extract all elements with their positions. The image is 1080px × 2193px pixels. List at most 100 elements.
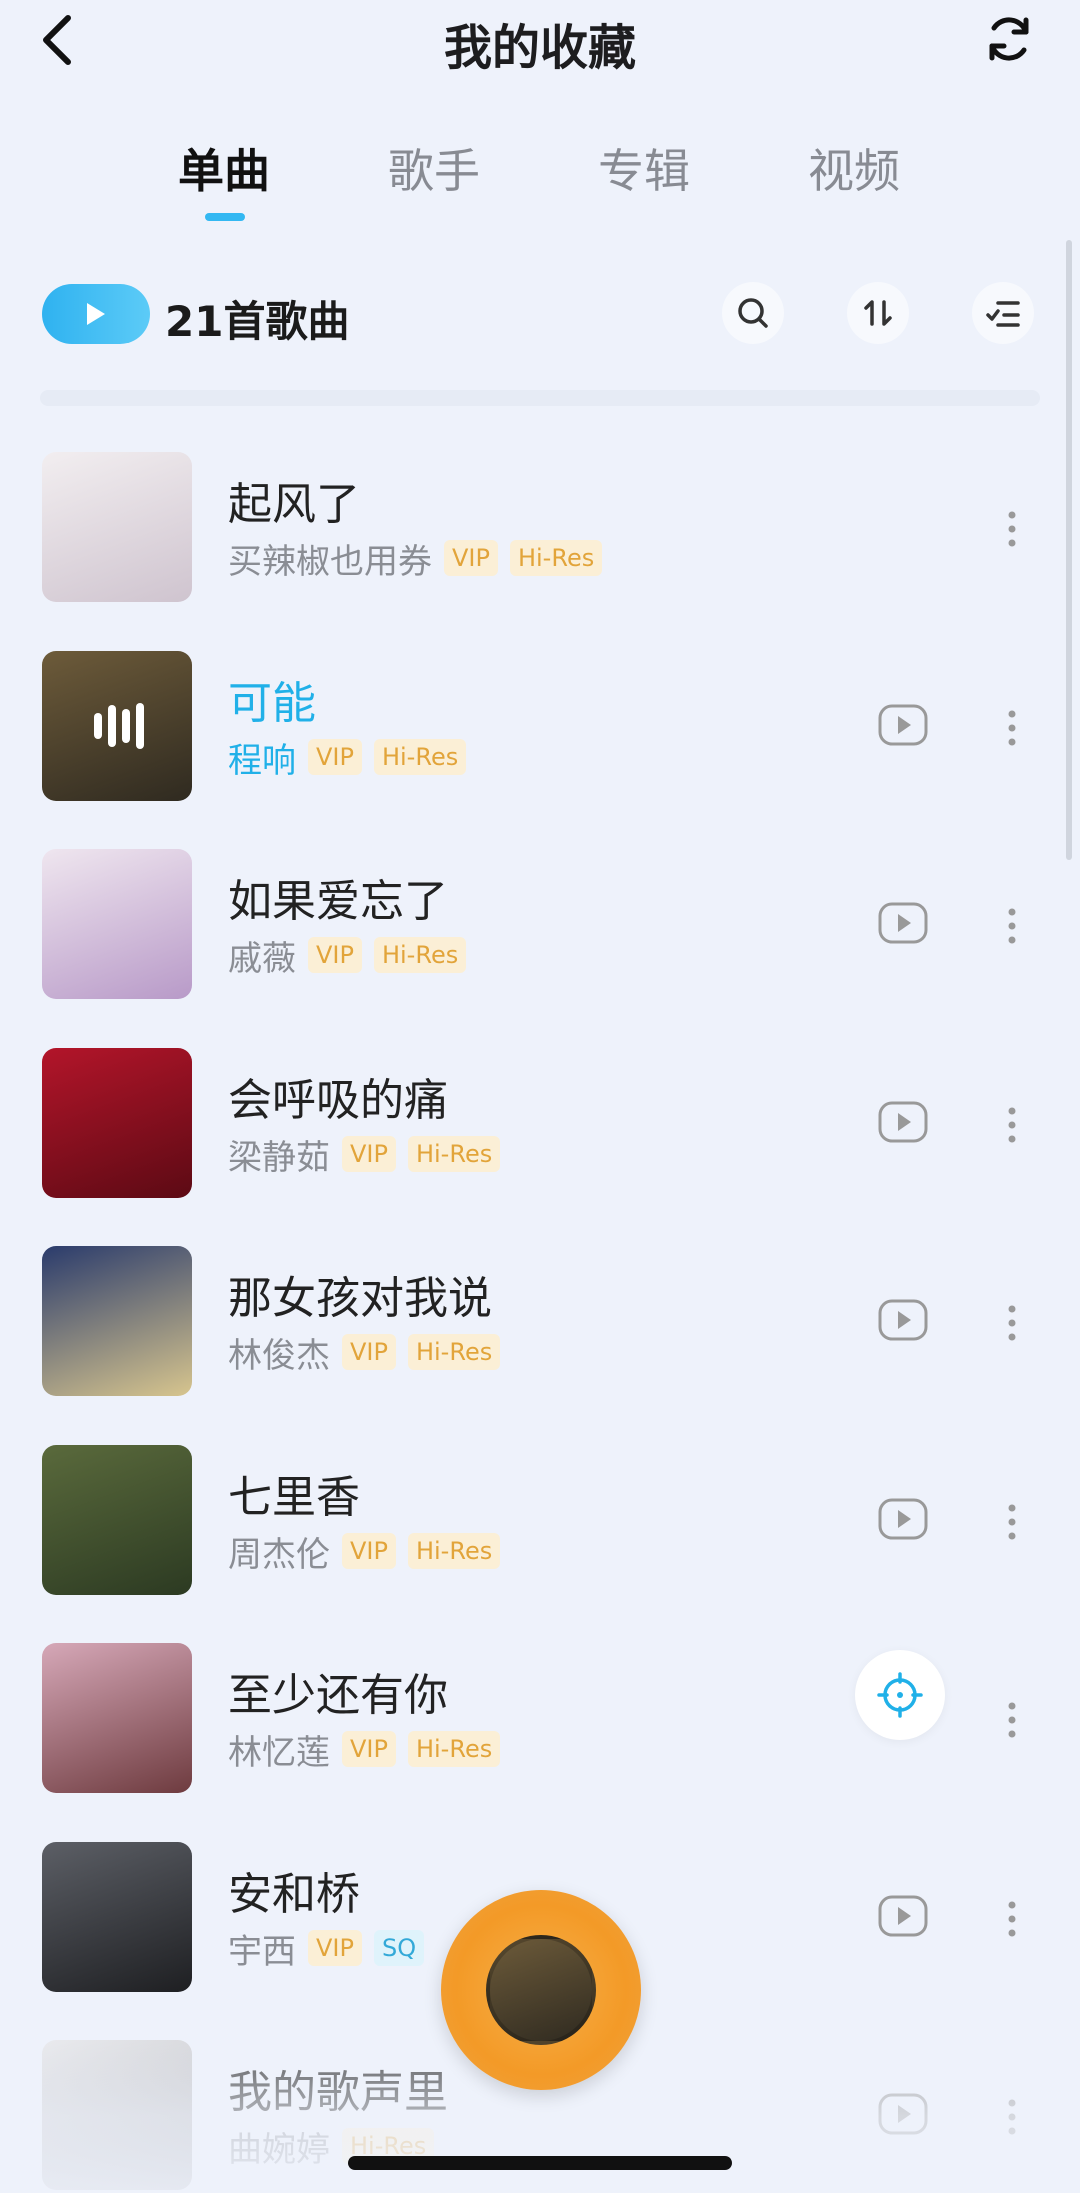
album-cover: [42, 2040, 192, 2190]
hires-tag: Hi-Res: [407, 1136, 501, 1172]
scrollbar[interactable]: [1066, 240, 1072, 860]
song-row[interactable]: 如果爱忘了 戚薇 VIP Hi-Res: [0, 849, 1080, 1009]
refresh-button[interactable]: [978, 8, 1040, 70]
song-count: 21首歌曲: [165, 297, 350, 346]
play-icon: [87, 303, 105, 325]
hires-tag: Hi-Res: [407, 1334, 501, 1370]
sq-tag: SQ: [373, 1930, 425, 1966]
mv-icon: [878, 2093, 928, 2135]
song-title: 七里香: [228, 1472, 360, 1523]
song-row[interactable]: 七里香 周杰伦 VIP Hi-Res: [0, 1445, 1080, 1605]
mv-icon: [878, 1299, 928, 1341]
more-vertical-icon: [1008, 908, 1016, 944]
hires-tag: Hi-Res: [373, 937, 467, 973]
header: 我的收藏: [0, 0, 1080, 90]
album-cover: [42, 1246, 192, 1396]
locate-icon: [877, 1672, 923, 1718]
home-indicator: [348, 2156, 732, 2170]
multi-select-button[interactable]: [972, 282, 1034, 344]
artist-name: 曲婉婷: [228, 2129, 330, 2170]
more-vertical-icon: [1008, 1107, 1016, 1143]
more-vertical-icon: [1008, 710, 1016, 746]
tab-single[interactable]: 单曲: [178, 135, 270, 201]
song-meta: 林忆莲 VIP Hi-Res: [228, 1727, 501, 1773]
album-cover: [42, 1842, 192, 1992]
more-vertical-icon: [1008, 1901, 1016, 1937]
tab-bar: 单曲 歌手 专辑 视频: [0, 135, 1080, 245]
song-title: 那女孩对我说: [228, 1273, 492, 1324]
song-row[interactable]: 会呼吸的痛 梁静茹 VIP Hi-Res: [0, 1048, 1080, 1208]
vip-tag: VIP: [308, 937, 362, 973]
album-cover: [42, 651, 192, 801]
song-meta: 周杰伦 VIP Hi-Res: [228, 1529, 501, 1575]
tab-album[interactable]: 专辑: [598, 135, 690, 201]
sort-button[interactable]: [847, 282, 909, 344]
song-row[interactable]: 起风了 买辣椒也用券 VIP Hi-Res: [0, 452, 1080, 612]
mv-button[interactable]: [878, 1298, 928, 1342]
more-button[interactable]: [992, 901, 1032, 951]
vip-tag: VIP: [308, 739, 362, 775]
mv-button[interactable]: [878, 1894, 928, 1938]
list-toolbar: 21首歌曲: [0, 280, 1080, 350]
locate-current-button[interactable]: [855, 1650, 945, 1740]
favorites-page: 我的收藏 单曲 歌手 专辑 视频 21首歌曲 起风了 买辣椒也用券 VIP Hi…: [0, 0, 1080, 2193]
more-button[interactable]: [992, 1497, 1032, 1547]
song-meta: 林俊杰 VIP Hi-Res: [228, 1330, 501, 1376]
song-meta: 宇西 VIP SQ: [228, 1926, 425, 1972]
vip-tag: VIP: [342, 1731, 396, 1767]
hires-tag: Hi-Res: [407, 1533, 501, 1569]
song-title: 我的歌声里: [228, 2067, 448, 2118]
more-button[interactable]: [992, 1894, 1032, 1944]
vip-tag: VIP: [342, 1334, 396, 1370]
song-title: 可能: [228, 678, 316, 729]
disc-cover: [486, 1935, 596, 2045]
mv-icon: [878, 1895, 928, 1937]
play-all-button[interactable]: [42, 284, 150, 344]
page-title: 我的收藏: [443, 20, 636, 76]
vip-tag: VIP: [308, 1930, 362, 1966]
more-button[interactable]: [992, 1695, 1032, 1745]
artist-name: 周杰伦: [228, 1534, 330, 1575]
song-meta: 梁静茹 VIP Hi-Res: [228, 1132, 501, 1178]
artist-name: 林俊杰: [228, 1335, 330, 1376]
tab-indicator: [205, 213, 245, 221]
search-button[interactable]: [722, 282, 784, 344]
album-cover: [42, 1445, 192, 1595]
song-row[interactable]: 可能 程响 VIP Hi-Res: [0, 651, 1080, 811]
more-button[interactable]: [992, 504, 1032, 554]
artist-name: 林忆莲: [228, 1732, 330, 1773]
artist-name: 买辣椒也用券: [228, 541, 432, 582]
mv-button[interactable]: [878, 901, 928, 945]
mv-button[interactable]: [878, 703, 928, 747]
search-icon: [738, 298, 768, 328]
hires-tag: Hi-Res: [373, 739, 467, 775]
song-title: 至少还有你: [228, 1670, 448, 1721]
mv-icon: [878, 1101, 928, 1143]
vip-tag: VIP: [342, 1136, 396, 1172]
vip-tag: VIP: [342, 1533, 396, 1569]
song-meta: 戚薇 VIP Hi-Res: [228, 933, 467, 979]
mv-button[interactable]: [878, 1497, 928, 1541]
sort-icon: [864, 300, 892, 326]
mv-button[interactable]: [878, 2092, 928, 2136]
multi-select-icon: [986, 301, 1020, 327]
song-title: 安和桥: [228, 1869, 360, 1920]
tab-artist[interactable]: 歌手: [388, 135, 480, 201]
song-title: 如果爱忘了: [228, 876, 448, 927]
divider: [40, 390, 1040, 406]
album-cover: [42, 849, 192, 999]
mv-button[interactable]: [878, 1100, 928, 1144]
vip-tag: VIP: [444, 540, 498, 576]
more-button[interactable]: [992, 703, 1032, 753]
tab-video[interactable]: 视频: [808, 135, 900, 201]
more-button[interactable]: [992, 1100, 1032, 1150]
more-vertical-icon: [1008, 1702, 1016, 1738]
song-meta: 程响 VIP Hi-Res: [228, 735, 467, 781]
more-button[interactable]: [992, 1298, 1032, 1348]
more-vertical-icon: [1008, 1305, 1016, 1341]
album-cover: [42, 1643, 192, 1793]
song-row[interactable]: 那女孩对我说 林俊杰 VIP Hi-Res: [0, 1246, 1080, 1406]
now-playing-disc[interactable]: [441, 1890, 641, 2090]
song-title: 起风了: [228, 479, 360, 530]
more-button[interactable]: [992, 2092, 1032, 2142]
